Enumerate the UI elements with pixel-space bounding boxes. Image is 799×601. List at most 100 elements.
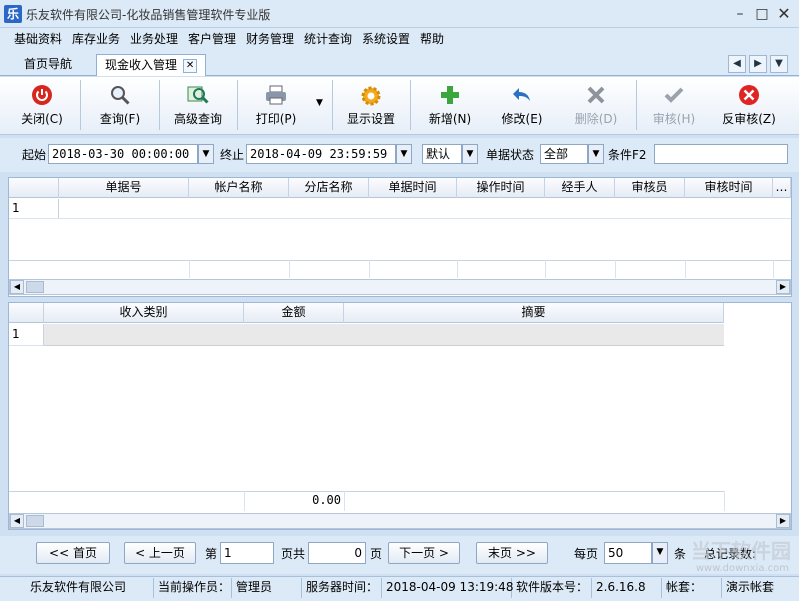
last-page-button[interactable]: 末页 >>	[476, 542, 548, 564]
col-handler[interactable]: 经手人	[545, 178, 615, 198]
tab-scroll-right-icon[interactable]: ▶	[749, 55, 767, 73]
close-button[interactable]: 关闭(C)	[10, 80, 74, 132]
add-button-label: 新增(N)	[428, 112, 472, 126]
table-row[interactable]	[44, 324, 724, 346]
col-account-name[interactable]: 帐户名称	[189, 178, 289, 198]
status-dropdown-icon[interactable]: ▼	[588, 144, 604, 164]
status-server-time: 2018-04-09 13:19:48	[382, 578, 513, 598]
unapprove-button[interactable]: 反审核(Z)	[712, 80, 786, 132]
scroll-thumb[interactable]	[26, 281, 44, 293]
per-page-label: 每页	[574, 547, 599, 561]
scroll-right-icon[interactable]: ▶	[776, 514, 790, 528]
col-income-category[interactable]: 收入类别	[44, 303, 244, 323]
toolbar-separator	[237, 80, 238, 130]
scroll-left-icon[interactable]: ◀	[10, 280, 24, 294]
add-button[interactable]: 新增(N)	[418, 80, 482, 132]
toolbar-separator	[159, 80, 160, 130]
upper-horizontal-scrollbar[interactable]: ◀ ▶	[9, 279, 791, 295]
tab-label: 首页导航	[24, 57, 73, 71]
menu-statistics[interactable]: 统计查询	[304, 30, 352, 47]
advanced-query-label: 高级查询	[173, 112, 222, 126]
status-version-label: 软件版本号：	[512, 578, 592, 598]
next-page-button[interactable]: 下一页 >	[388, 542, 460, 564]
scroll-thumb[interactable]	[26, 515, 44, 527]
start-datetime-field[interactable]: 2018-03-30 00:00:00	[48, 144, 198, 164]
end-label: 终止	[220, 148, 245, 162]
lower-horizontal-scrollbar[interactable]: ◀ ▶	[9, 513, 791, 529]
col-summary[interactable]: 摘要	[344, 303, 724, 323]
toolbar-separator	[332, 80, 333, 130]
table-row[interactable]	[59, 199, 791, 219]
status-operator-label: 当前操作员：	[154, 578, 232, 598]
row-number: 1	[9, 324, 44, 346]
per-page-dropdown-icon[interactable]: ▼	[652, 542, 668, 564]
prev-page-button[interactable]: < 上一页	[124, 542, 196, 564]
unapprove-button-label: 反审核(Z)	[722, 112, 776, 126]
tab-close-icon[interactable]: ✕	[183, 58, 198, 73]
scroll-right-icon[interactable]: ▶	[776, 280, 790, 294]
menu-customer[interactable]: 客户管理	[188, 30, 236, 47]
print-dropdown-icon[interactable]: ▼	[316, 98, 323, 108]
col-more[interactable]: …	[773, 178, 791, 198]
tab-scroll-left-icon[interactable]: ◀	[728, 55, 746, 73]
minimize-icon[interactable]: –	[728, 4, 752, 24]
col-doc-time[interactable]: 单据时间	[369, 178, 457, 198]
approve-button-label: 审核(H)	[652, 112, 696, 126]
row-number-header	[9, 178, 59, 198]
menu-business[interactable]: 业务处理	[130, 30, 178, 47]
condition-input[interactable]	[654, 144, 788, 164]
print-button[interactable]: 打印(P)	[244, 80, 308, 132]
first-page-button[interactable]: << 首页	[36, 542, 110, 564]
close-window-icon[interactable]: ✕	[772, 4, 796, 24]
advanced-query-button[interactable]: 高级查询	[166, 80, 230, 132]
tab-home-nav[interactable]: 首页导航	[16, 54, 80, 76]
toolbar-separator	[80, 80, 81, 130]
start-dropdown-icon[interactable]: ▼	[198, 144, 214, 164]
order-dropdown-icon[interactable]: ▼	[462, 144, 478, 164]
query-button-label: 查询(F)	[99, 112, 141, 126]
start-label: 起始	[22, 148, 47, 162]
col-operate-time[interactable]: 操作时间	[457, 178, 545, 198]
status-company: 乐友软件有限公司	[26, 578, 154, 598]
per-page-select[interactable]: 50	[604, 542, 652, 564]
lower-grid-footer	[9, 491, 724, 511]
edit-button[interactable]: 修改(E)	[490, 80, 554, 132]
page-unit-label: 页	[370, 547, 383, 561]
row-number: 1	[9, 199, 59, 219]
delete-button[interactable]: 删除(D)	[564, 80, 628, 132]
end-datetime-field[interactable]: 2018-04-09 23:59:59	[246, 144, 396, 164]
status-select[interactable]: 全部	[540, 144, 588, 164]
menu-inventory[interactable]: 库存业务	[72, 30, 120, 47]
menu-help[interactable]: 帮助	[420, 30, 444, 47]
upper-grid-header: 单据号 帐户名称 分店名称 单据时间 操作时间 经手人 审核员 审核时间 …	[9, 178, 791, 198]
page-input[interactable]: 1	[220, 542, 274, 564]
col-doc-number[interactable]: 单据号	[59, 178, 189, 198]
upper-grid[interactable]: 单据号 帐户名称 分店名称 单据时间 操作时间 经手人 审核员 审核时间 … 1…	[8, 177, 792, 297]
display-settings-button[interactable]: 显示设置	[338, 80, 404, 132]
order-select[interactable]: 默认	[422, 144, 462, 164]
check-icon	[662, 84, 686, 108]
end-dropdown-icon[interactable]: ▼	[396, 144, 412, 164]
page-total-label: 页共	[281, 547, 306, 561]
menu-basic-data[interactable]: 基础资料	[14, 30, 62, 47]
menu-settings[interactable]: 系统设置	[362, 30, 410, 47]
query-button[interactable]: 查询(F)	[88, 80, 152, 132]
lower-grid[interactable]: 收入类别 金额 摘要 1 0.00 ◀ ▶	[8, 302, 792, 530]
maximize-icon[interactable]: □	[750, 4, 774, 24]
menu-finance[interactable]: 财务管理	[246, 30, 294, 47]
col-audit-time[interactable]: 审核时间	[685, 178, 773, 198]
tab-cash-income[interactable]: 现金收入管理 ✕	[96, 54, 207, 76]
print-button-label: 打印(P)	[255, 112, 297, 126]
col-branch-name[interactable]: 分店名称	[289, 178, 369, 198]
approve-button[interactable]: 审核(H)	[642, 80, 706, 132]
watermark-logo: 当下软件园	[691, 539, 791, 563]
advanced-search-icon	[186, 84, 210, 108]
col-amount[interactable]: 金额	[244, 303, 344, 323]
status-account: 演示帐套	[726, 580, 775, 594]
watermark-url: www.downxia.com	[695, 563, 789, 574]
toolbar-separator	[636, 80, 637, 130]
condition-label: 条件F2	[608, 148, 647, 162]
col-auditor[interactable]: 审核员	[615, 178, 685, 198]
scroll-left-icon[interactable]: ◀	[10, 514, 24, 528]
tab-list-icon[interactable]: ▼	[770, 55, 788, 73]
